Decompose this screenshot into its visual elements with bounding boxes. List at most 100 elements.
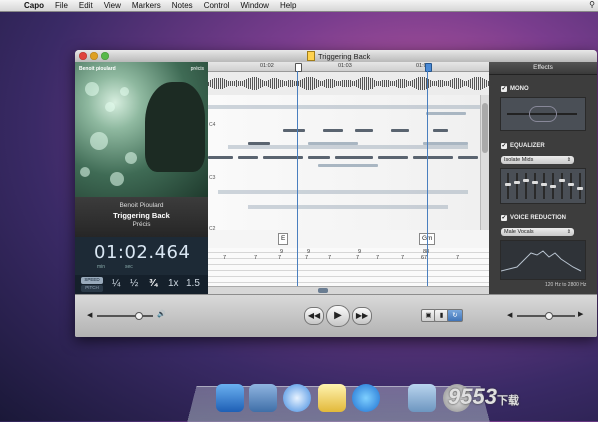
eq-band-knob[interactable]	[559, 179, 565, 182]
waveform-sample	[298, 80, 299, 87]
waveform-sample	[450, 79, 451, 88]
speed-three-quarter-button[interactable]: ¾	[149, 278, 157, 289]
editor-area[interactable]: 01:02 01:03 01:04 C4 C3 C2 E 7 7 9 7 9 7…	[208, 62, 489, 294]
mono-pan-control[interactable]	[500, 97, 586, 131]
waveform-sample	[446, 81, 447, 86]
pitch-toggle[interactable]: PITCH	[81, 285, 103, 292]
menu-window[interactable]: Window	[240, 1, 268, 10]
waveform-sample	[326, 79, 327, 88]
vertical-scrollbar[interactable]	[480, 95, 489, 230]
volume-slider[interactable]	[97, 315, 153, 317]
waveform-sample	[220, 77, 221, 90]
eq-band-knob[interactable]	[514, 181, 520, 184]
waveform-sample	[242, 80, 243, 87]
waveform-sample	[460, 78, 461, 89]
eq-band-knob[interactable]	[541, 183, 547, 186]
camera-icon: ▣	[425, 312, 432, 319]
notes-app-icon[interactable]	[318, 384, 346, 412]
mail-icon[interactable]	[249, 384, 277, 412]
waveform-sample	[218, 77, 219, 90]
menu-view[interactable]: View	[104, 1, 121, 10]
speed-toggle[interactable]: SPEED	[81, 277, 103, 284]
folder-icon[interactable]	[408, 384, 436, 412]
equalizer-checkbox[interactable]: ✓ EQUALIZER	[501, 143, 545, 149]
zoom-button[interactable]	[101, 52, 109, 60]
chord-label[interactable]: E	[278, 233, 289, 245]
menu-notes[interactable]: Notes	[172, 1, 193, 10]
time-ruler[interactable]: 01:02 01:03 01:04	[208, 62, 489, 72]
waveform-sample	[448, 80, 449, 87]
spotlight-icon[interactable]: ⚲	[589, 0, 595, 9]
waveform-sample	[328, 79, 329, 88]
waveform-sample	[264, 81, 265, 86]
loop-button[interactable]: ↻	[447, 309, 463, 322]
play-button[interactable]: ▶	[326, 305, 350, 327]
zoom-out-icon: ◀	[507, 312, 513, 319]
loop-end-line	[427, 71, 428, 286]
waveform-sample	[266, 80, 267, 87]
eq-preset-value: Isolate Mids	[504, 157, 534, 163]
waveform-sample	[486, 79, 487, 88]
waveform-sample	[370, 77, 371, 90]
eq-band-knob[interactable]	[523, 179, 529, 182]
track-title: Triggering Back	[113, 211, 170, 220]
waveform-sample	[386, 79, 387, 88]
menu-control[interactable]: Control	[204, 1, 230, 10]
eq-band-knob[interactable]	[568, 183, 574, 186]
waveform-sample	[398, 79, 399, 88]
voice-spectrum[interactable]	[500, 240, 586, 280]
tab-number: 7	[278, 255, 282, 261]
menu-capo[interactable]: Capo	[24, 1, 44, 10]
itunes-icon[interactable]	[352, 384, 380, 412]
vertical-scroll-thumb[interactable]	[482, 103, 488, 153]
waveform-sample	[358, 78, 359, 89]
speed-quarter-button[interactable]: ¼	[112, 278, 120, 289]
zoom-in-icon: ▶	[578, 311, 584, 318]
speed-1-5-button[interactable]: 1.5	[186, 278, 200, 289]
forward-button[interactable]: ▶▶	[352, 307, 372, 325]
waveform-sample	[472, 77, 473, 90]
menu-markers[interactable]: Markers	[132, 1, 161, 10]
equalizer-sliders[interactable]	[500, 168, 586, 204]
waveform-sample	[440, 80, 441, 87]
close-button[interactable]	[79, 52, 87, 60]
note-grid[interactable]: C4 C3 C2	[208, 95, 481, 232]
rewind-button[interactable]: ◀◀	[304, 307, 324, 325]
safari-icon[interactable]	[283, 384, 311, 412]
effects-title: Effects	[489, 62, 597, 75]
finder-icon[interactable]	[216, 384, 244, 412]
waveform-sample	[368, 76, 369, 91]
waveform-sample	[430, 79, 431, 88]
waveform-sample	[404, 79, 405, 88]
waveform[interactable]	[208, 72, 489, 95]
eq-preset-select[interactable]: Isolate Mids ⇕	[501, 156, 574, 164]
eq-band-knob[interactable]	[550, 185, 556, 188]
horizontal-scroll-thumb[interactable]	[318, 288, 328, 293]
checkmark-icon: ✓	[501, 215, 507, 221]
menu-help[interactable]: Help	[280, 1, 296, 10]
transport-bar: ◀ 🔊 ◀◀ ▶ ▶▶ ▣ ▮ ↻ ◀ ▶	[75, 294, 597, 337]
mono-checkbox[interactable]: ✓ MONO	[501, 86, 529, 92]
tab-number: 7	[456, 255, 460, 261]
chord-track[interactable]: E Gm	[208, 230, 489, 248]
voice-preset-select[interactable]: Male Vocals ⇕	[501, 228, 574, 236]
waveform-sample	[288, 80, 289, 87]
forward-icon: ▶▶	[355, 311, 369, 320]
speed-1x-button[interactable]: 1x	[168, 278, 179, 289]
waveform-sample	[342, 80, 343, 87]
minimize-button[interactable]	[90, 52, 98, 60]
speed-half-button[interactable]: ½	[130, 278, 138, 289]
voice-reduction-checkbox[interactable]: ✓ VOICE REDUCTION	[501, 215, 566, 221]
eq-band-knob[interactable]	[532, 181, 538, 184]
menu-edit[interactable]: Edit	[79, 1, 93, 10]
zoom-slider-knob[interactable]	[545, 312, 553, 320]
speed-controls: SPEED PITCH ¼ ½ ¾ 1x 1.5	[75, 275, 208, 294]
volume-slider-knob[interactable]	[135, 312, 143, 320]
horizontal-scrollbar[interactable]	[208, 286, 489, 294]
eq-band-knob[interactable]	[505, 183, 511, 186]
tablature[interactable]: 7797977977786877	[208, 248, 489, 286]
menu-file[interactable]: File	[55, 1, 68, 10]
eq-band-knob[interactable]	[577, 187, 583, 190]
loop-start-line	[297, 71, 298, 286]
waveform-sample	[216, 77, 217, 90]
